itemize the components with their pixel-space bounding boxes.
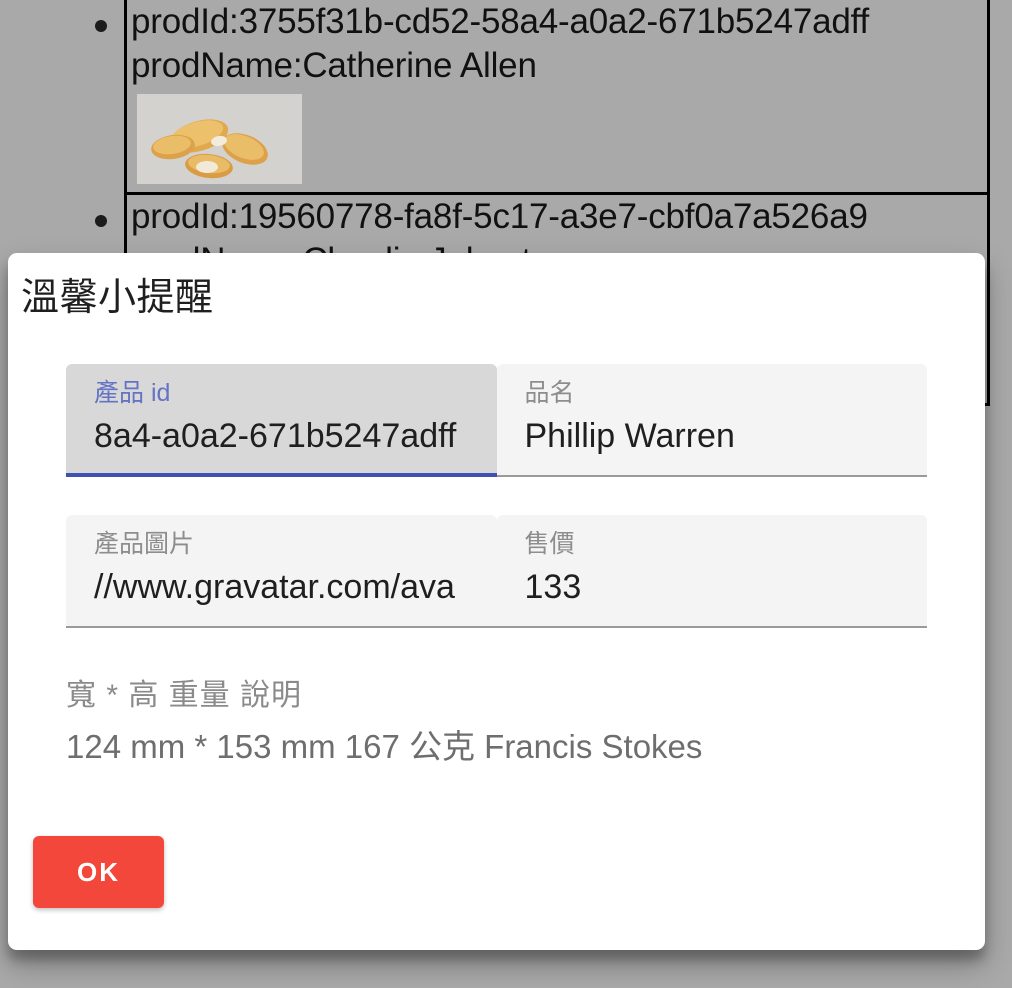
product-thumbnail-wrapper — [131, 88, 987, 192]
field-product-image[interactable]: 產品圖片 //www.gravatar.com/ava — [66, 515, 497, 628]
field-product-name[interactable]: 品名 Phillip Warren — [496, 364, 927, 477]
field-value: Phillip Warren — [524, 417, 735, 455]
chicken-nuggets-icon — [137, 94, 302, 184]
field-label: 產品圖片 — [94, 530, 195, 558]
field-label: 售價 — [524, 530, 575, 558]
dialog-title: 溫馨小提醒 — [21, 277, 214, 319]
reminder-dialog: 溫馨小提醒 產品 id 8a4-a0a2-671b5247adff 品名 Phi… — [8, 253, 985, 950]
field-value: 8a4-a0a2-671b5247adff — [94, 417, 457, 455]
field-product-price[interactable]: 售價 133 — [496, 515, 927, 628]
meta-value: 124 mm * 153 mm 167 公克 Francis Stokes — [66, 728, 703, 765]
form-row-1: 產品 id 8a4-a0a2-671b5247adff 品名 Phillip W… — [66, 364, 927, 477]
field-product-id[interactable]: 產品 id 8a4-a0a2-671b5247adff — [66, 364, 497, 477]
product-form: 產品 id 8a4-a0a2-671b5247adff 品名 Phillip W… — [8, 320, 985, 628]
list-item[interactable]: prodId:3755f31b-cd52-58a4-a0a2-671b5247a… — [95, 0, 990, 195]
field-label: 品名 — [524, 379, 575, 407]
product-id-line: prodId:3755f31b-cd52-58a4-a0a2-671b5247a… — [131, 2, 870, 41]
form-row-2: 產品圖片 //www.gravatar.com/ava 售價 133 — [66, 515, 927, 628]
product-meta: 寬 * 高 重量 說明 124 mm * 153 mm 167 公克 Franc… — [8, 666, 985, 770]
field-label: 產品 id — [94, 379, 171, 407]
field-value: //www.gravatar.com/ava — [94, 568, 455, 606]
meta-heading: 寬 * 高 重量 說明 — [66, 679, 303, 712]
product-id-line: prodId:19560778-fa8f-5c17-a3e7-cbf0a7a52… — [131, 197, 868, 236]
field-value: 133 — [524, 568, 582, 606]
product-name-line: prodName:Catherine Allen — [131, 46, 537, 85]
dialog-actions: OK — [33, 836, 164, 908]
ok-button[interactable]: OK — [33, 836, 164, 908]
